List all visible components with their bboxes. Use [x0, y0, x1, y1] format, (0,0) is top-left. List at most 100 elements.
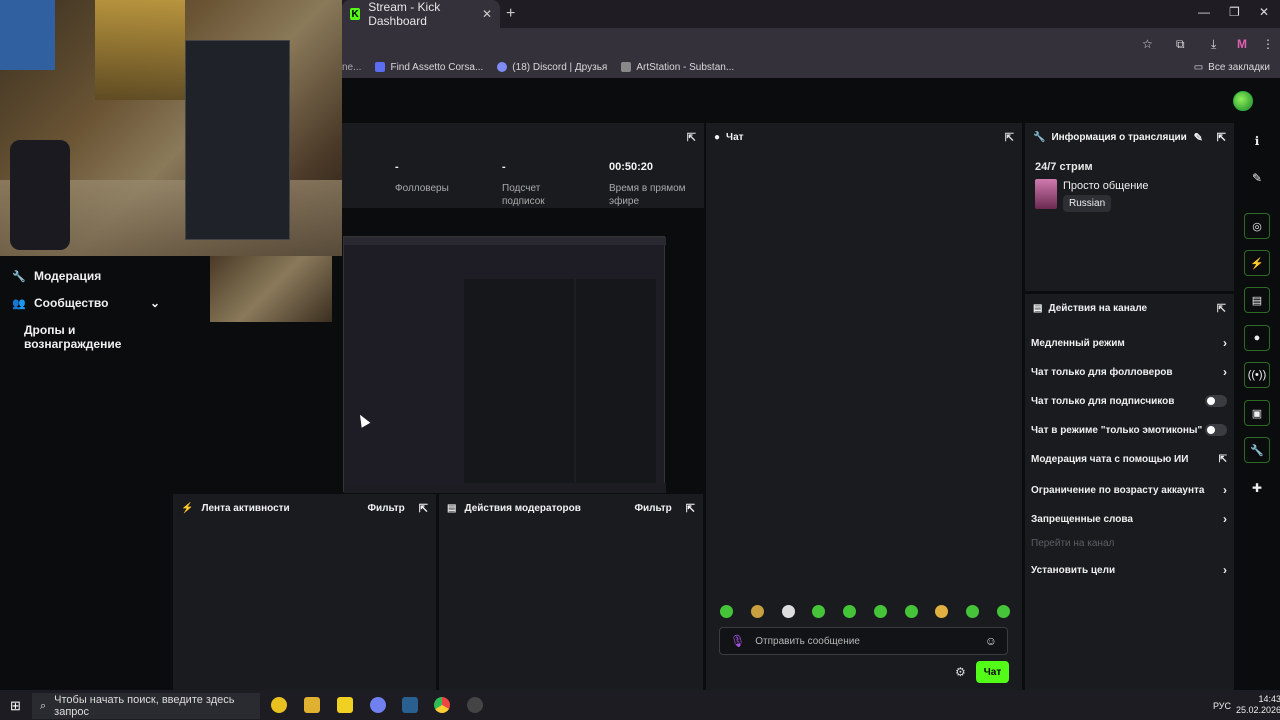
file-explorer-icon[interactable] [304, 697, 320, 713]
action-account-age[interactable]: Ограничение по возрасту аккаунта › [1031, 483, 1227, 497]
folder-icon: ▭ [1193, 61, 1204, 73]
chevron-right-icon: › [1223, 365, 1227, 379]
taskbar-app-icon[interactable] [271, 697, 287, 713]
webcam-fridge [95, 0, 185, 100]
emote-icon[interactable] [781, 605, 795, 618]
sidebar-item-community[interactable]: 👥 Сообщество ⌄ [12, 296, 160, 310]
emote-icon[interactable] [966, 605, 980, 618]
emote-icon[interactable] [720, 605, 733, 618]
emote-icon[interactable] [812, 605, 826, 618]
bookmark-discord[interactable]: (18) Discord | Друзья [497, 62, 607, 73]
preview-info [576, 279, 656, 489]
emoji-icon[interactable]: ☺ [985, 634, 997, 648]
category-thumbnail [1035, 179, 1057, 209]
taskbar-search[interactable]: ⌕ Чтобы начать поиск, введите здесь запро… [32, 693, 260, 719]
chat-settings-icon[interactable]: ⚙ [955, 665, 966, 679]
new-tab-button[interactable]: + [506, 5, 515, 23]
action-set-goals[interactable]: Установить цели › [1031, 563, 1227, 577]
windows-start-icon[interactable]: ⊞ [10, 698, 21, 714]
subscribers-only-toggle[interactable] [1205, 395, 1227, 407]
steam-icon[interactable] [402, 697, 418, 713]
popout-icon[interactable]: ⇱ [1005, 131, 1014, 144]
minimize-button[interactable]: — [1198, 5, 1210, 19]
info-icon[interactable]: ℹ [1244, 128, 1270, 154]
bookmark-artstation[interactable]: ArtStation - Substan... [621, 62, 734, 73]
stream-info-header: 🔧 Информация о трансляции ✎ ⇱ [1025, 123, 1234, 151]
activity-title: Лента активности [201, 502, 290, 514]
stat-followers: - Фолловеры [395, 161, 495, 195]
user-avatar[interactable] [1233, 91, 1253, 111]
action-ai-moderation[interactable]: Модерация чата с помощью ИИ ⇱ [1031, 454, 1227, 465]
discord-icon[interactable] [370, 697, 386, 713]
mod-filter-button[interactable]: Фильтр [634, 503, 671, 514]
taskbar-app-icon[interactable] [337, 697, 353, 713]
preview-recursive-screen [343, 236, 666, 493]
action-emote-only: Чат в режиме "только эмотиконы" [1031, 424, 1227, 436]
rail-broadcast-icon[interactable]: ((•)) [1244, 362, 1270, 388]
clock-time: 14:43 [1258, 694, 1280, 704]
popout-icon[interactable]: ⇱ [419, 502, 428, 515]
action-followers-only[interactable]: Чат только для фолловеров › [1031, 365, 1227, 379]
extensions-icon[interactable]: ⧉ [1176, 37, 1185, 52]
obs-icon[interactable] [467, 697, 483, 713]
download-icon[interactable]: ⤓ [1211, 37, 1216, 52]
bookmark-assetto[interactable]: Find Assetto Corsa... [375, 62, 483, 73]
system-clock[interactable]: 14:43 25.02.2026 [1236, 694, 1280, 716]
rail-bolt-icon[interactable]: ⚡ [1244, 250, 1270, 276]
close-tab-icon[interactable]: ✕ [482, 7, 492, 21]
chat-message-input[interactable]: 🎙 Отправить сообщение ☺ [719, 627, 1008, 655]
rail-chat-icon[interactable]: ● [1244, 325, 1270, 351]
chrome-icon[interactable] [434, 697, 450, 713]
menu-icon[interactable]: ⋮ [1262, 37, 1274, 51]
browser-tab[interactable]: K Stream - Kick Dashboard ✕ [342, 0, 500, 28]
action-banned-words[interactable]: Запрещенные слова › [1031, 512, 1227, 526]
wrench-icon: 🔧 [1033, 131, 1046, 143]
emote-icon[interactable] [843, 605, 857, 618]
sidebar-item-moderation[interactable]: 🔧 Модерация [12, 269, 101, 283]
chevron-right-icon: › [1223, 512, 1227, 526]
send-chat-button[interactable]: Чат [976, 661, 1009, 683]
rail-document-icon[interactable]: ▤ [1244, 287, 1270, 313]
activity-feed-panel: ⚡ Лента активности Фильтр ⇱ [173, 494, 436, 690]
sidebar-item-drops[interactable]: Дропы и вознаграждение [24, 323, 172, 351]
emote-icon[interactable] [873, 605, 887, 618]
mod-actions-title: Действия модераторов [464, 502, 581, 514]
stat-value: - [395, 161, 399, 173]
stream-title: 24/7 стрим [1035, 161, 1093, 173]
emote-icon[interactable] [750, 605, 764, 618]
address-bar[interactable] [342, 28, 1280, 56]
activity-header: ⚡ Лента активности Фильтр ⇱ [173, 494, 436, 522]
microphone-icon[interactable]: 🎙 [730, 634, 745, 648]
restore-button[interactable]: ❐ [1229, 5, 1240, 19]
artstation-icon [621, 62, 632, 72]
channel-actions-title: Действия на канале [1048, 302, 1148, 314]
stat-label: Подсчет подписок [502, 183, 545, 207]
chat-bubble-icon: ● [714, 131, 721, 143]
edit-icon[interactable]: ✎ [1194, 131, 1203, 144]
emote-icon[interactable] [904, 605, 918, 618]
emote-only-toggle[interactable] [1205, 424, 1227, 436]
popout-icon[interactable]: ⇱ [1217, 131, 1226, 144]
action-go-to-channel[interactable]: Перейти на канал [1031, 538, 1227, 549]
rail-stream-icon[interactable]: ◎ [1244, 213, 1270, 239]
keyboard-language[interactable]: РУС [1213, 701, 1231, 711]
bookmarks-bar: ne... Find Assetto Corsa... (18) Discord… [342, 56, 1280, 78]
action-label: Модерация чата с помощью ИИ [1031, 454, 1189, 465]
popout-icon[interactable]: ⇱ [687, 131, 696, 144]
webcam-pc-box [185, 40, 290, 240]
star-icon[interactable]: ☆ [1142, 37, 1153, 51]
action-slow-mode[interactable]: Медленный режим › [1031, 336, 1227, 350]
all-bookmarks[interactable]: ▭ Все закладки [1194, 62, 1270, 73]
popout-icon[interactable]: ⇱ [686, 502, 695, 515]
close-window-button[interactable]: ✕ [1259, 5, 1269, 19]
rail-mod-actions-icon[interactable]: ▣ [1244, 400, 1270, 426]
edit-icon[interactable]: ✎ [1244, 165, 1270, 191]
chevron-right-icon: › [1223, 336, 1227, 350]
emote-icon[interactable] [935, 605, 949, 618]
rail-add-widget-icon[interactable]: ✚ [1244, 475, 1270, 501]
rail-wrench-icon[interactable]: 🔧 [1244, 437, 1270, 463]
emote-icon[interactable] [996, 605, 1010, 618]
popout-icon[interactable]: ⇱ [1217, 302, 1226, 315]
profile-icon[interactable]: M [1237, 37, 1247, 51]
activity-filter-button[interactable]: Фильтр [367, 503, 404, 514]
